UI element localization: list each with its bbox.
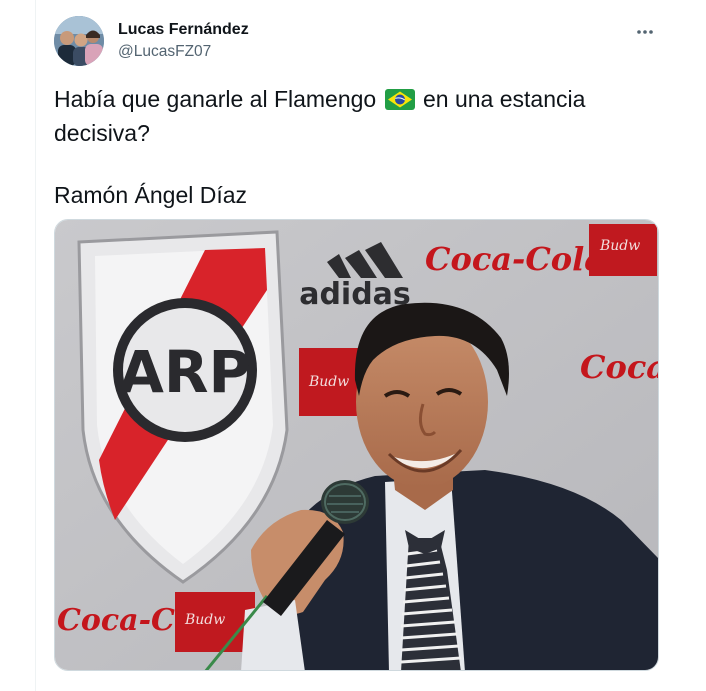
more-horizontal-icon[interactable] bbox=[632, 22, 658, 42]
tweet-text: Había que ganarle al Flamengo en una est… bbox=[54, 84, 654, 211]
tweet-text-part: Había que ganarle al Flamengo bbox=[54, 86, 377, 112]
tweet-text-part: en una estancia bbox=[423, 86, 586, 112]
svg-text:Coca-Co: Coca-Co bbox=[57, 603, 195, 638]
tweet-line-3: Ramón Ángel Díaz bbox=[54, 182, 248, 208]
timeline-divider bbox=[35, 0, 36, 691]
tweet-line-1: Había que ganarle al Flamengo en una est… bbox=[54, 84, 654, 118]
svg-text:Budw: Budw bbox=[599, 238, 640, 254]
tweet-card[interactable]: Lucas Fernández @LucasFZ07 Había que gan… bbox=[0, 0, 706, 691]
display-name[interactable]: Lucas Fernández bbox=[118, 20, 249, 40]
svg-text:Budw: Budw bbox=[308, 374, 349, 390]
svg-text:Coca: Coca bbox=[580, 348, 659, 386]
user-handle[interactable]: @LucasFZ07 bbox=[118, 42, 249, 62]
tweet-media-photo[interactable]: ARP adidas Coca-Cola Coca Coca-Co Budw B… bbox=[54, 219, 659, 671]
tweet-header: Lucas Fernández @LucasFZ07 bbox=[54, 16, 666, 68]
tweet-line-2: decisiva? bbox=[54, 120, 150, 146]
brazil-flag-icon bbox=[384, 87, 415, 118]
svg-text:Coca-Cola: Coca-Cola bbox=[425, 240, 605, 278]
avatar[interactable] bbox=[54, 16, 104, 66]
svg-text:ARP: ARP bbox=[119, 338, 251, 406]
author-names: Lucas Fernández @LucasFZ07 bbox=[118, 20, 249, 62]
avatar-photo bbox=[54, 16, 104, 66]
press-conference-photo: ARP adidas Coca-Cola Coca Coca-Co Budw B… bbox=[55, 220, 659, 670]
svg-text:Budw: Budw bbox=[184, 612, 225, 628]
